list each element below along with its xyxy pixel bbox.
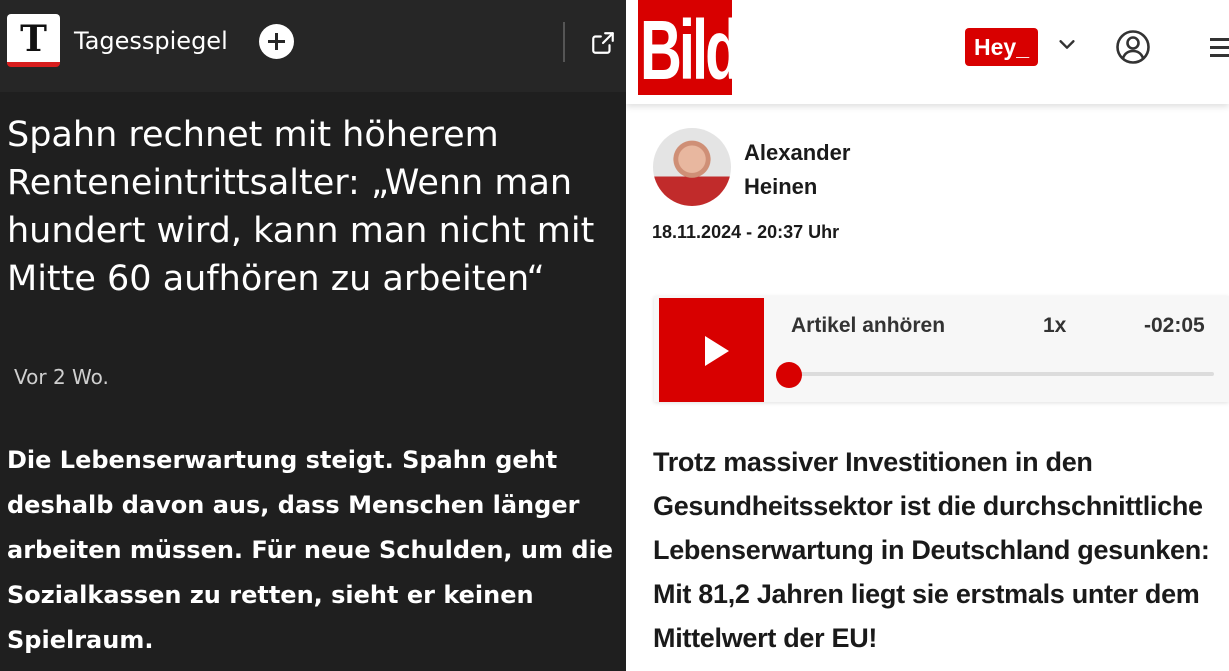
author-last-name: Heinen (744, 174, 818, 199)
chevron-down-icon[interactable] (1056, 33, 1078, 55)
remaining-time: -02:05 (1144, 314, 1205, 337)
bild-panel: Bild Hey_ Alexander Heinen 18.11.2024 - … (626, 0, 1229, 671)
tagesspiegel-panel: T Tagesspiegel Spahn rechnet mit höherem… (0, 0, 626, 671)
player-label: Artikel anhören (791, 314, 946, 337)
progress-track[interactable] (790, 372, 1214, 376)
article-lead: Trotz massiver Investitionen in den Gesu… (653, 447, 1210, 653)
user-circle-icon[interactable] (1115, 29, 1151, 65)
tagesspiegel-header: T Tagesspiegel (0, 0, 626, 92)
author-name[interactable]: Alexander Heinen (744, 136, 944, 204)
tagesspiegel-logo-letter: T (20, 18, 47, 60)
publisher-name[interactable]: Tagesspiegel (74, 27, 228, 55)
external-link-icon[interactable] (590, 30, 616, 56)
bild-logo[interactable]: Bild (638, 0, 741, 98)
author-first-name: Alexander (744, 140, 851, 165)
article-date: 18.11.2024 - 20:37 Uhr (652, 222, 840, 242)
article-teaser: Die Lebenserwartung steigt. Spahn geht d… (7, 446, 614, 654)
article-age: Vor 2 Wo. (14, 365, 109, 389)
follow-plus-icon[interactable] (259, 24, 294, 59)
audio-player: Artikel anhören 1x -02:05 (654, 296, 1229, 402)
tagesspiegel-logo[interactable]: T (7, 14, 60, 67)
hamburger-menu-icon[interactable] (1210, 35, 1229, 61)
play-icon[interactable] (659, 298, 764, 402)
playback-speed-button[interactable]: 1x (1043, 314, 1066, 338)
author-avatar[interactable] (653, 128, 731, 206)
header-divider (563, 22, 565, 62)
bild-logo-text: Bild (640, 3, 741, 98)
progress-knob[interactable] (776, 362, 802, 388)
bild-header: Bild Hey_ (626, 0, 1229, 104)
hey-button[interactable]: Hey_ (965, 28, 1038, 66)
article-headline[interactable]: Spahn rechnet mit höherem Renteneintritt… (7, 111, 619, 303)
